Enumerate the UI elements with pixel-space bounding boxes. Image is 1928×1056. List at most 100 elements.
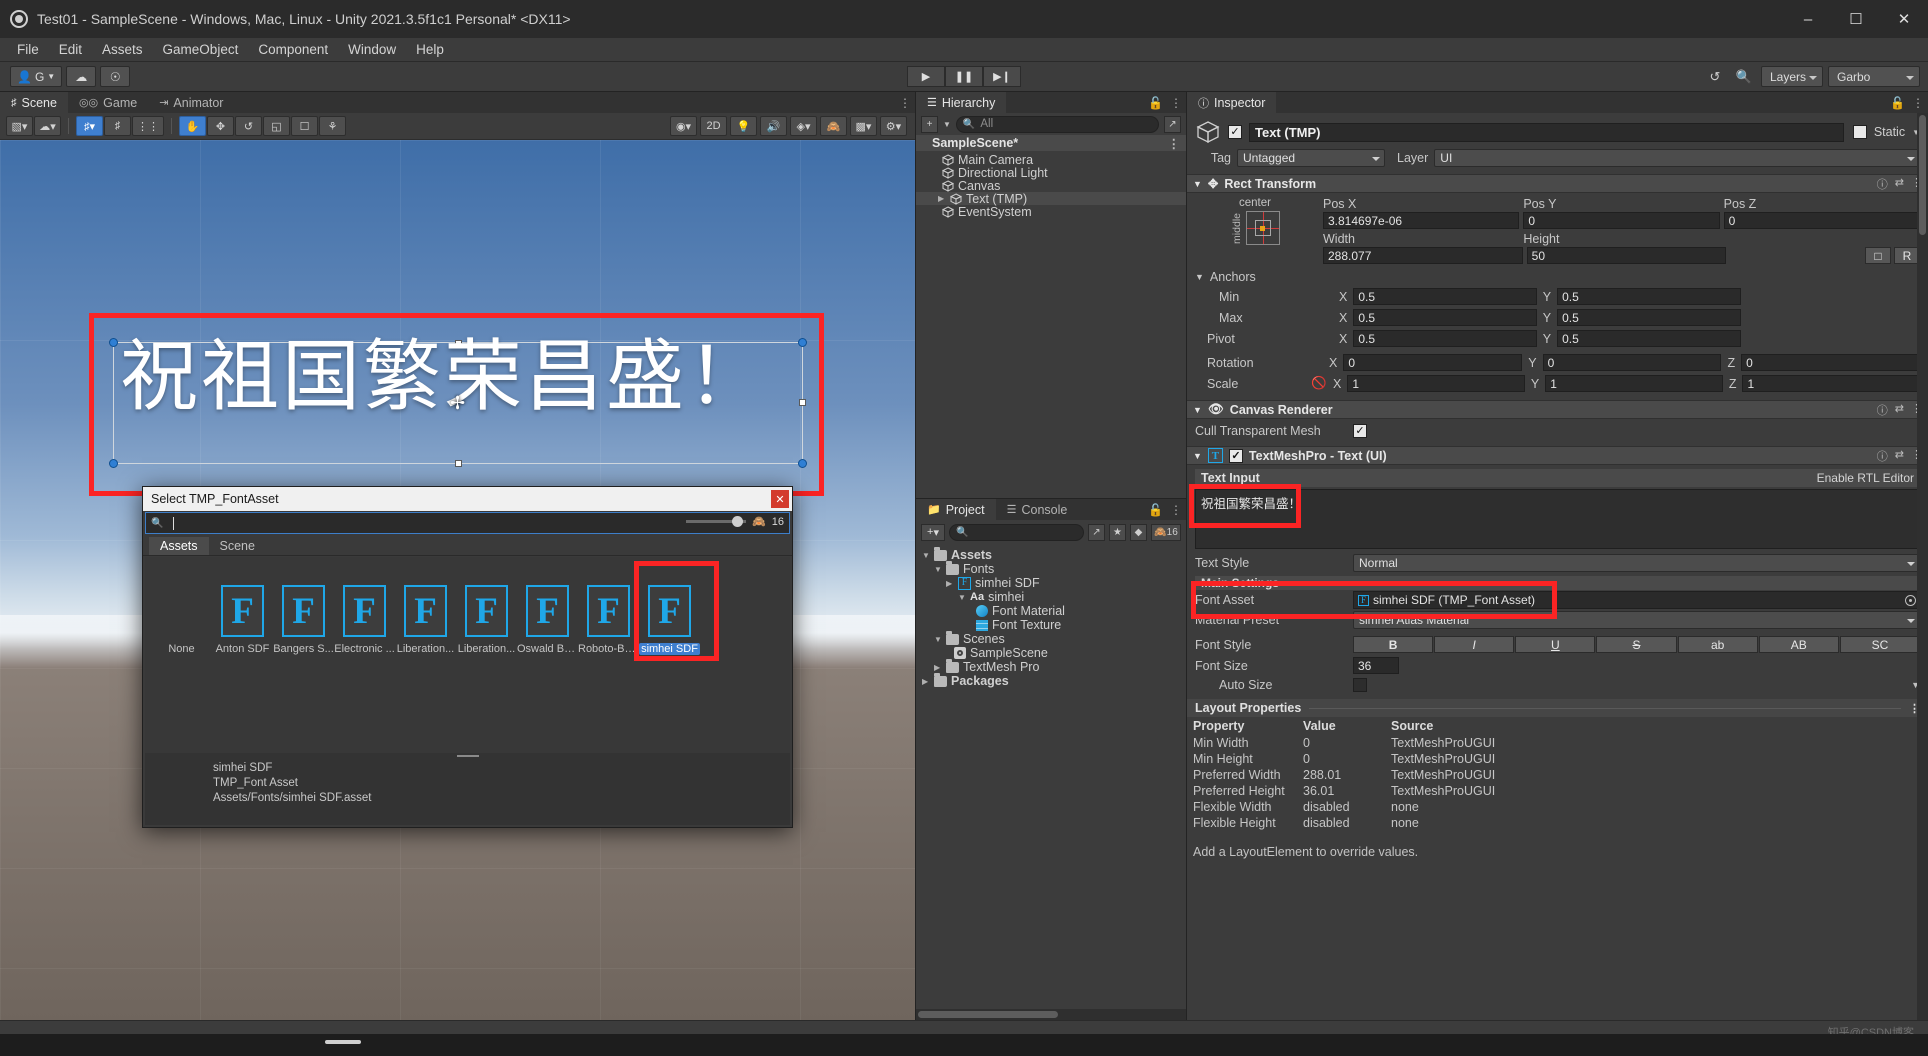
tag-dropdown[interactable]: Untagged: [1237, 149, 1385, 167]
favorite-icon[interactable]: ★: [1109, 524, 1126, 541]
close-button[interactable]: ✕: [1880, 0, 1928, 38]
chevron-down-icon[interactable]: ▼: [934, 635, 942, 644]
lock-open-icon[interactable]: 🔓: [1890, 96, 1905, 110]
dialog-tab-scene[interactable]: Scene: [209, 537, 266, 555]
project-node-fonts[interactable]: ▼ Fonts: [916, 562, 1186, 576]
anchor-min-x-field[interactable]: 0.5: [1353, 288, 1536, 305]
hierarchy-item-main-camera[interactable]: Main Camera: [916, 153, 1186, 166]
scale-x-field[interactable]: 1: [1347, 375, 1525, 392]
menu-help[interactable]: Help: [407, 40, 453, 59]
scale-icon[interactable]: ◱: [263, 116, 290, 136]
menu-edit[interactable]: Edit: [50, 40, 91, 59]
project-node-textmesh-pro[interactable]: ▶ TextMesh Pro: [916, 660, 1186, 674]
search-icon[interactable]: 🔍: [1732, 66, 1756, 87]
asset-cell-bangers[interactable]: F Bangers S...: [273, 571, 334, 655]
height-field[interactable]: 50: [1527, 247, 1727, 264]
2d-toggle-button[interactable]: 2D: [700, 116, 727, 136]
lighting-icon[interactable]: ☁▾: [34, 116, 61, 136]
asset-cell-liberation-1[interactable]: F Liberation...: [395, 571, 456, 655]
object-name-field[interactable]: Text (TMP): [1249, 123, 1844, 142]
tmp-header[interactable]: ▼ T ✓ TextMeshPro - Text (UI) ⓘ⇄⋮: [1187, 446, 1928, 465]
tab-animator[interactable]: ⇥ Animator: [148, 92, 234, 113]
layers-dropdown[interactable]: Layers: [1761, 66, 1823, 87]
anchors-foldout[interactable]: ▼ Anchors: [1187, 268, 1928, 286]
auto-size-checkbox[interactable]: [1353, 678, 1367, 692]
project-search-input[interactable]: 🔍: [949, 524, 1084, 541]
project-node-font-texture[interactable]: Font Texture: [916, 618, 1186, 632]
step-button[interactable]: ▶❙: [983, 66, 1021, 87]
font-size-field[interactable]: 36: [1353, 657, 1399, 674]
kebab-icon[interactable]: ⋮: [1170, 503, 1182, 517]
pos-z-field[interactable]: 0: [1724, 212, 1920, 229]
project-horizontal-scrollbar[interactable]: [916, 1009, 1186, 1020]
pos-x-field[interactable]: 3.814697e-06: [1323, 212, 1519, 229]
lock-open-icon[interactable]: 🔓: [1148, 96, 1163, 110]
scale-z-field[interactable]: 1: [1742, 375, 1920, 392]
font-style-uppercase-button[interactable]: AB: [1759, 636, 1839, 653]
dialog-tab-assets[interactable]: Assets: [149, 537, 209, 555]
static-checkbox[interactable]: [1853, 125, 1867, 139]
text-style-dropdown[interactable]: Normal: [1353, 554, 1920, 572]
kebab-icon[interactable]: ⋮: [1170, 96, 1182, 110]
asset-cell-liberation-2[interactable]: F Liberation...: [456, 571, 517, 655]
hidden-eye-icon[interactable]: 🙈: [820, 116, 847, 136]
tab-console[interactable]: ☰ Console: [996, 499, 1079, 520]
hand-icon[interactable]: ✋: [179, 116, 206, 136]
help-icon[interactable]: ⓘ: [1877, 402, 1888, 418]
rect-icon[interactable]: ☐: [291, 116, 318, 136]
label-icon[interactable]: ◆: [1130, 524, 1147, 541]
hierarchy-item-canvas[interactable]: Canvas: [916, 179, 1186, 192]
rotate-icon[interactable]: ↺: [235, 116, 262, 136]
canvas-renderer-header[interactable]: ▼ 👁 Canvas Renderer ⓘ⇄⋮: [1187, 400, 1928, 419]
chevron-right-icon[interactable]: ▶: [934, 663, 942, 672]
project-node-scenes[interactable]: ▼ Scenes: [916, 632, 1186, 646]
width-field[interactable]: 288.077: [1323, 247, 1523, 264]
gizmo-sphere-icon[interactable]: ◉▾: [670, 116, 697, 136]
menu-file[interactable]: File: [8, 40, 48, 59]
tab-project[interactable]: 📁 Project: [916, 499, 996, 520]
dialog-resize-grip[interactable]: [457, 755, 479, 757]
scene-kebab-icon[interactable]: ⋮: [899, 96, 911, 110]
rotation-y-field[interactable]: 0: [1543, 354, 1722, 371]
tab-inspector[interactable]: ⓘ Inspector: [1187, 92, 1276, 113]
tmp-text-input-field[interactable]: 祝祖国繁荣昌盛！: [1195, 489, 1920, 549]
fx-icon[interactable]: ◈▾: [790, 116, 817, 136]
layer-dropdown[interactable]: UI: [1434, 149, 1920, 167]
gizmos-icon[interactable]: ⚙▾: [880, 116, 907, 136]
thumbnail-size-slider[interactable]: [686, 520, 746, 523]
font-style-bold-button[interactable]: B: [1353, 636, 1433, 653]
move-icon[interactable]: ✥: [207, 116, 234, 136]
object-picker-icon[interactable]: [1905, 595, 1916, 606]
project-node-assets[interactable]: ▼ Assets: [916, 548, 1186, 562]
minimize-button[interactable]: –: [1784, 0, 1832, 38]
hierarchy-item-eventsystem[interactable]: EventSystem: [916, 205, 1186, 218]
rect-transform-header[interactable]: ▼ ✥ Rect Transform ⓘ⇄⋮: [1187, 174, 1928, 193]
chevron-down-icon[interactable]: ▼: [1193, 179, 1202, 189]
pos-y-field[interactable]: 0: [1523, 212, 1719, 229]
project-node-simhei[interactable]: ▼ Aa simhei: [916, 590, 1186, 604]
cloud-button[interactable]: ☁: [66, 66, 96, 87]
shaded-mode-icon[interactable]: ▧▾: [6, 116, 33, 136]
font-style-smallcaps-button[interactable]: SC: [1840, 636, 1920, 653]
grid2-icon[interactable]: ♯: [104, 116, 131, 136]
chevron-down-icon[interactable]: ▼: [958, 593, 966, 602]
inspector-vertical-scrollbar[interactable]: [1917, 113, 1928, 1020]
tmp-enabled-checkbox[interactable]: ✓: [1229, 449, 1243, 463]
font-style-lowercase-button[interactable]: ab: [1678, 636, 1758, 653]
project-add-button[interactable]: +▾: [921, 524, 945, 541]
anchor-max-x-field[interactable]: 0.5: [1353, 309, 1536, 326]
help-icon[interactable]: ⓘ: [1877, 176, 1888, 192]
scene-camera-icon[interactable]: ▩▾: [850, 116, 877, 136]
font-style-strike-button[interactable]: S: [1596, 636, 1676, 653]
lock-open-icon[interactable]: 🔓: [1148, 503, 1163, 517]
audio-icon[interactable]: 🔊: [760, 116, 787, 136]
project-hidden-count[interactable]: 🙈16: [1151, 524, 1181, 541]
kebab-icon[interactable]: ⋮: [1912, 96, 1924, 110]
maximize-button[interactable]: ☐: [1832, 0, 1880, 38]
anchor-max-y-field[interactable]: 0.5: [1557, 309, 1740, 326]
chevron-down-icon[interactable]: ▼: [1193, 405, 1202, 415]
font-style-italic-button[interactable]: I: [1434, 636, 1514, 653]
chevron-down-icon[interactable]: ▼: [943, 120, 951, 129]
chevron-right-icon[interactable]: ▶: [946, 579, 954, 588]
chevron-down-icon[interactable]: ▼: [1193, 451, 1202, 461]
